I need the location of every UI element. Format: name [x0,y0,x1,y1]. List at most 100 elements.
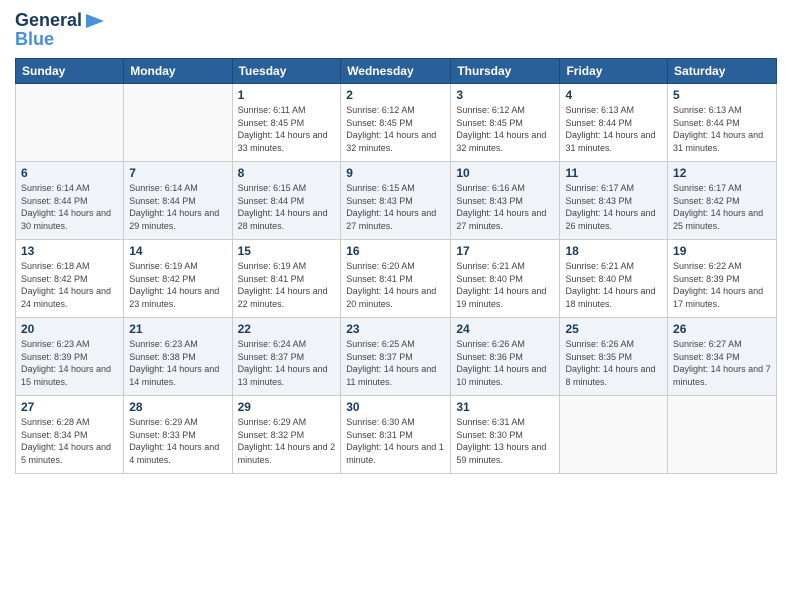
day-info: Sunrise: 6:24 AMSunset: 8:37 PMDaylight:… [238,338,336,388]
calendar-cell: 8 Sunrise: 6:15 AMSunset: 8:44 PMDaylight… [232,162,341,240]
day-info: Sunrise: 6:25 AMSunset: 8:37 PMDaylight:… [346,338,445,388]
day-number: 8 [238,166,336,180]
day-info: Sunrise: 6:19 AMSunset: 8:42 PMDaylight:… [129,260,226,310]
calendar-table: SundayMondayTuesdayWednesdayThursdayFrid… [15,58,777,474]
calendar-cell: 1 Sunrise: 6:11 AMSunset: 8:45 PMDaylight… [232,84,341,162]
day-info: Sunrise: 6:21 AMSunset: 8:40 PMDaylight:… [456,260,554,310]
calendar-cell [124,84,232,162]
calendar-week-row: 1 Sunrise: 6:11 AMSunset: 8:45 PMDaylight… [16,84,777,162]
calendar-header-monday: Monday [124,59,232,84]
day-number: 22 [238,322,336,336]
calendar-cell: 2 Sunrise: 6:12 AMSunset: 8:45 PMDaylight… [341,84,451,162]
calendar-week-row: 20Sunrise: 6:23 AMSunset: 8:39 PMDayligh… [16,318,777,396]
day-info: Sunrise: 6:23 AMSunset: 8:38 PMDaylight:… [129,338,226,388]
day-info: Sunrise: 6:31 AMSunset: 8:30 PMDaylight:… [456,416,554,466]
day-info: Sunrise: 6:13 AMSunset: 8:44 PMDaylight:… [565,104,662,154]
calendar-cell: 25Sunrise: 6:26 AMSunset: 8:35 PMDayligh… [560,318,668,396]
day-number: 10 [456,166,554,180]
calendar-cell: 23Sunrise: 6:25 AMSunset: 8:37 PMDayligh… [341,318,451,396]
calendar-cell [16,84,124,162]
day-number: 26 [673,322,771,336]
day-info: Sunrise: 6:14 AMSunset: 8:44 PMDaylight:… [21,182,118,232]
day-number: 19 [673,244,771,258]
day-number: 15 [238,244,336,258]
day-info: Sunrise: 6:28 AMSunset: 8:34 PMDaylight:… [21,416,118,466]
calendar-cell: 10 Sunrise: 6:16 AMSunset: 8:43 PMDayligh… [451,162,560,240]
day-number: 17 [456,244,554,258]
calendar-cell: 19 Sunrise: 6:22 AMSunset: 8:39 PMDayligh… [668,240,777,318]
day-info: Sunrise: 6:18 AMSunset: 8:42 PMDaylight:… [21,260,118,310]
calendar-cell: 18Sunrise: 6:21 AMSunset: 8:40 PMDayligh… [560,240,668,318]
calendar-header-row: SundayMondayTuesdayWednesdayThursdayFrid… [16,59,777,84]
calendar-cell: 21 Sunrise: 6:23 AMSunset: 8:38 PMDayligh… [124,318,232,396]
calendar-week-row: 6 Sunrise: 6:14 AMSunset: 8:44 PMDaylight… [16,162,777,240]
calendar-cell: 30 Sunrise: 6:30 AMSunset: 8:31 PMDayligh… [341,396,451,474]
day-number: 24 [456,322,554,336]
day-info: Sunrise: 6:15 AMSunset: 8:44 PMDaylight:… [238,182,336,232]
day-number: 9 [346,166,445,180]
page: General Blue SundayMondayTuesdayWednesda… [0,0,792,612]
day-number: 5 [673,88,771,102]
header: General Blue [15,10,777,50]
calendar-cell [560,396,668,474]
day-info: Sunrise: 6:21 AMSunset: 8:40 PMDaylight:… [565,260,662,310]
day-info: Sunrise: 6:16 AMSunset: 8:43 PMDaylight:… [456,182,554,232]
day-info: Sunrise: 6:19 AMSunset: 8:41 PMDaylight:… [238,260,336,310]
day-number: 27 [21,400,118,414]
day-info: Sunrise: 6:15 AMSunset: 8:43 PMDaylight:… [346,182,445,232]
calendar-header-thursday: Thursday [451,59,560,84]
day-number: 7 [129,166,226,180]
day-info: Sunrise: 6:20 AMSunset: 8:41 PMDaylight:… [346,260,445,310]
day-number: 31 [456,400,554,414]
day-info: Sunrise: 6:17 AMSunset: 8:43 PMDaylight:… [565,182,662,232]
calendar-cell: 5Sunrise: 6:13 AMSunset: 8:44 PMDaylight… [668,84,777,162]
logo: General Blue [15,10,106,50]
day-number: 20 [21,322,118,336]
day-info: Sunrise: 6:14 AMSunset: 8:44 PMDaylight:… [129,182,226,232]
calendar-week-row: 13Sunrise: 6:18 AMSunset: 8:42 PMDayligh… [16,240,777,318]
day-number: 14 [129,244,226,258]
calendar-cell: 9 Sunrise: 6:15 AMSunset: 8:43 PMDaylight… [341,162,451,240]
day-info: Sunrise: 6:26 AMSunset: 8:36 PMDaylight:… [456,338,554,388]
calendar-cell: 14 Sunrise: 6:19 AMSunset: 8:42 PMDayligh… [124,240,232,318]
day-number: 21 [129,322,226,336]
day-info: Sunrise: 6:17 AMSunset: 8:42 PMDaylight:… [673,182,771,232]
day-number: 3 [456,88,554,102]
logo-icon [84,12,106,30]
day-info: Sunrise: 6:12 AMSunset: 8:45 PMDaylight:… [346,104,445,154]
day-number: 11 [565,166,662,180]
day-number: 12 [673,166,771,180]
day-number: 6 [21,166,118,180]
day-info: Sunrise: 6:22 AMSunset: 8:39 PMDaylight:… [673,260,771,310]
calendar-cell: 12 Sunrise: 6:17 AMSunset: 8:42 PMDayligh… [668,162,777,240]
day-info: Sunrise: 6:11 AMSunset: 8:45 PMDaylight:… [238,104,336,154]
calendar-cell: 11 Sunrise: 6:17 AMSunset: 8:43 PMDayligh… [560,162,668,240]
calendar-header-friday: Friday [560,59,668,84]
logo-blue: Blue [15,29,106,50]
calendar-cell: 4 Sunrise: 6:13 AMSunset: 8:44 PMDaylight… [560,84,668,162]
logo-container: General Blue [15,10,106,50]
calendar-cell: 13Sunrise: 6:18 AMSunset: 8:42 PMDayligh… [16,240,124,318]
calendar-week-row: 27 Sunrise: 6:28 AMSunset: 8:34 PMDayligh… [16,396,777,474]
calendar-cell: 27 Sunrise: 6:28 AMSunset: 8:34 PMDayligh… [16,396,124,474]
day-number: 16 [346,244,445,258]
calendar-cell: 3Sunrise: 6:12 AMSunset: 8:45 PMDaylight… [451,84,560,162]
day-number: 1 [238,88,336,102]
calendar-header-sunday: Sunday [16,59,124,84]
calendar-header-wednesday: Wednesday [341,59,451,84]
day-number: 29 [238,400,336,414]
calendar-cell: 22 Sunrise: 6:24 AMSunset: 8:37 PMDayligh… [232,318,341,396]
day-number: 30 [346,400,445,414]
day-number: 4 [565,88,662,102]
day-info: Sunrise: 6:26 AMSunset: 8:35 PMDaylight:… [565,338,662,388]
day-info: Sunrise: 6:29 AMSunset: 8:33 PMDaylight:… [129,416,226,466]
calendar-cell: 28 Sunrise: 6:29 AMSunset: 8:33 PMDayligh… [124,396,232,474]
calendar-header-tuesday: Tuesday [232,59,341,84]
day-info: Sunrise: 6:27 AMSunset: 8:34 PMDaylight:… [673,338,771,388]
day-number: 2 [346,88,445,102]
calendar-cell: 26 Sunrise: 6:27 AMSunset: 8:34 PMDayligh… [668,318,777,396]
logo-general: General [15,10,82,31]
day-info: Sunrise: 6:30 AMSunset: 8:31 PMDaylight:… [346,416,445,466]
calendar-cell: 7 Sunrise: 6:14 AMSunset: 8:44 PMDaylight… [124,162,232,240]
day-number: 28 [129,400,226,414]
